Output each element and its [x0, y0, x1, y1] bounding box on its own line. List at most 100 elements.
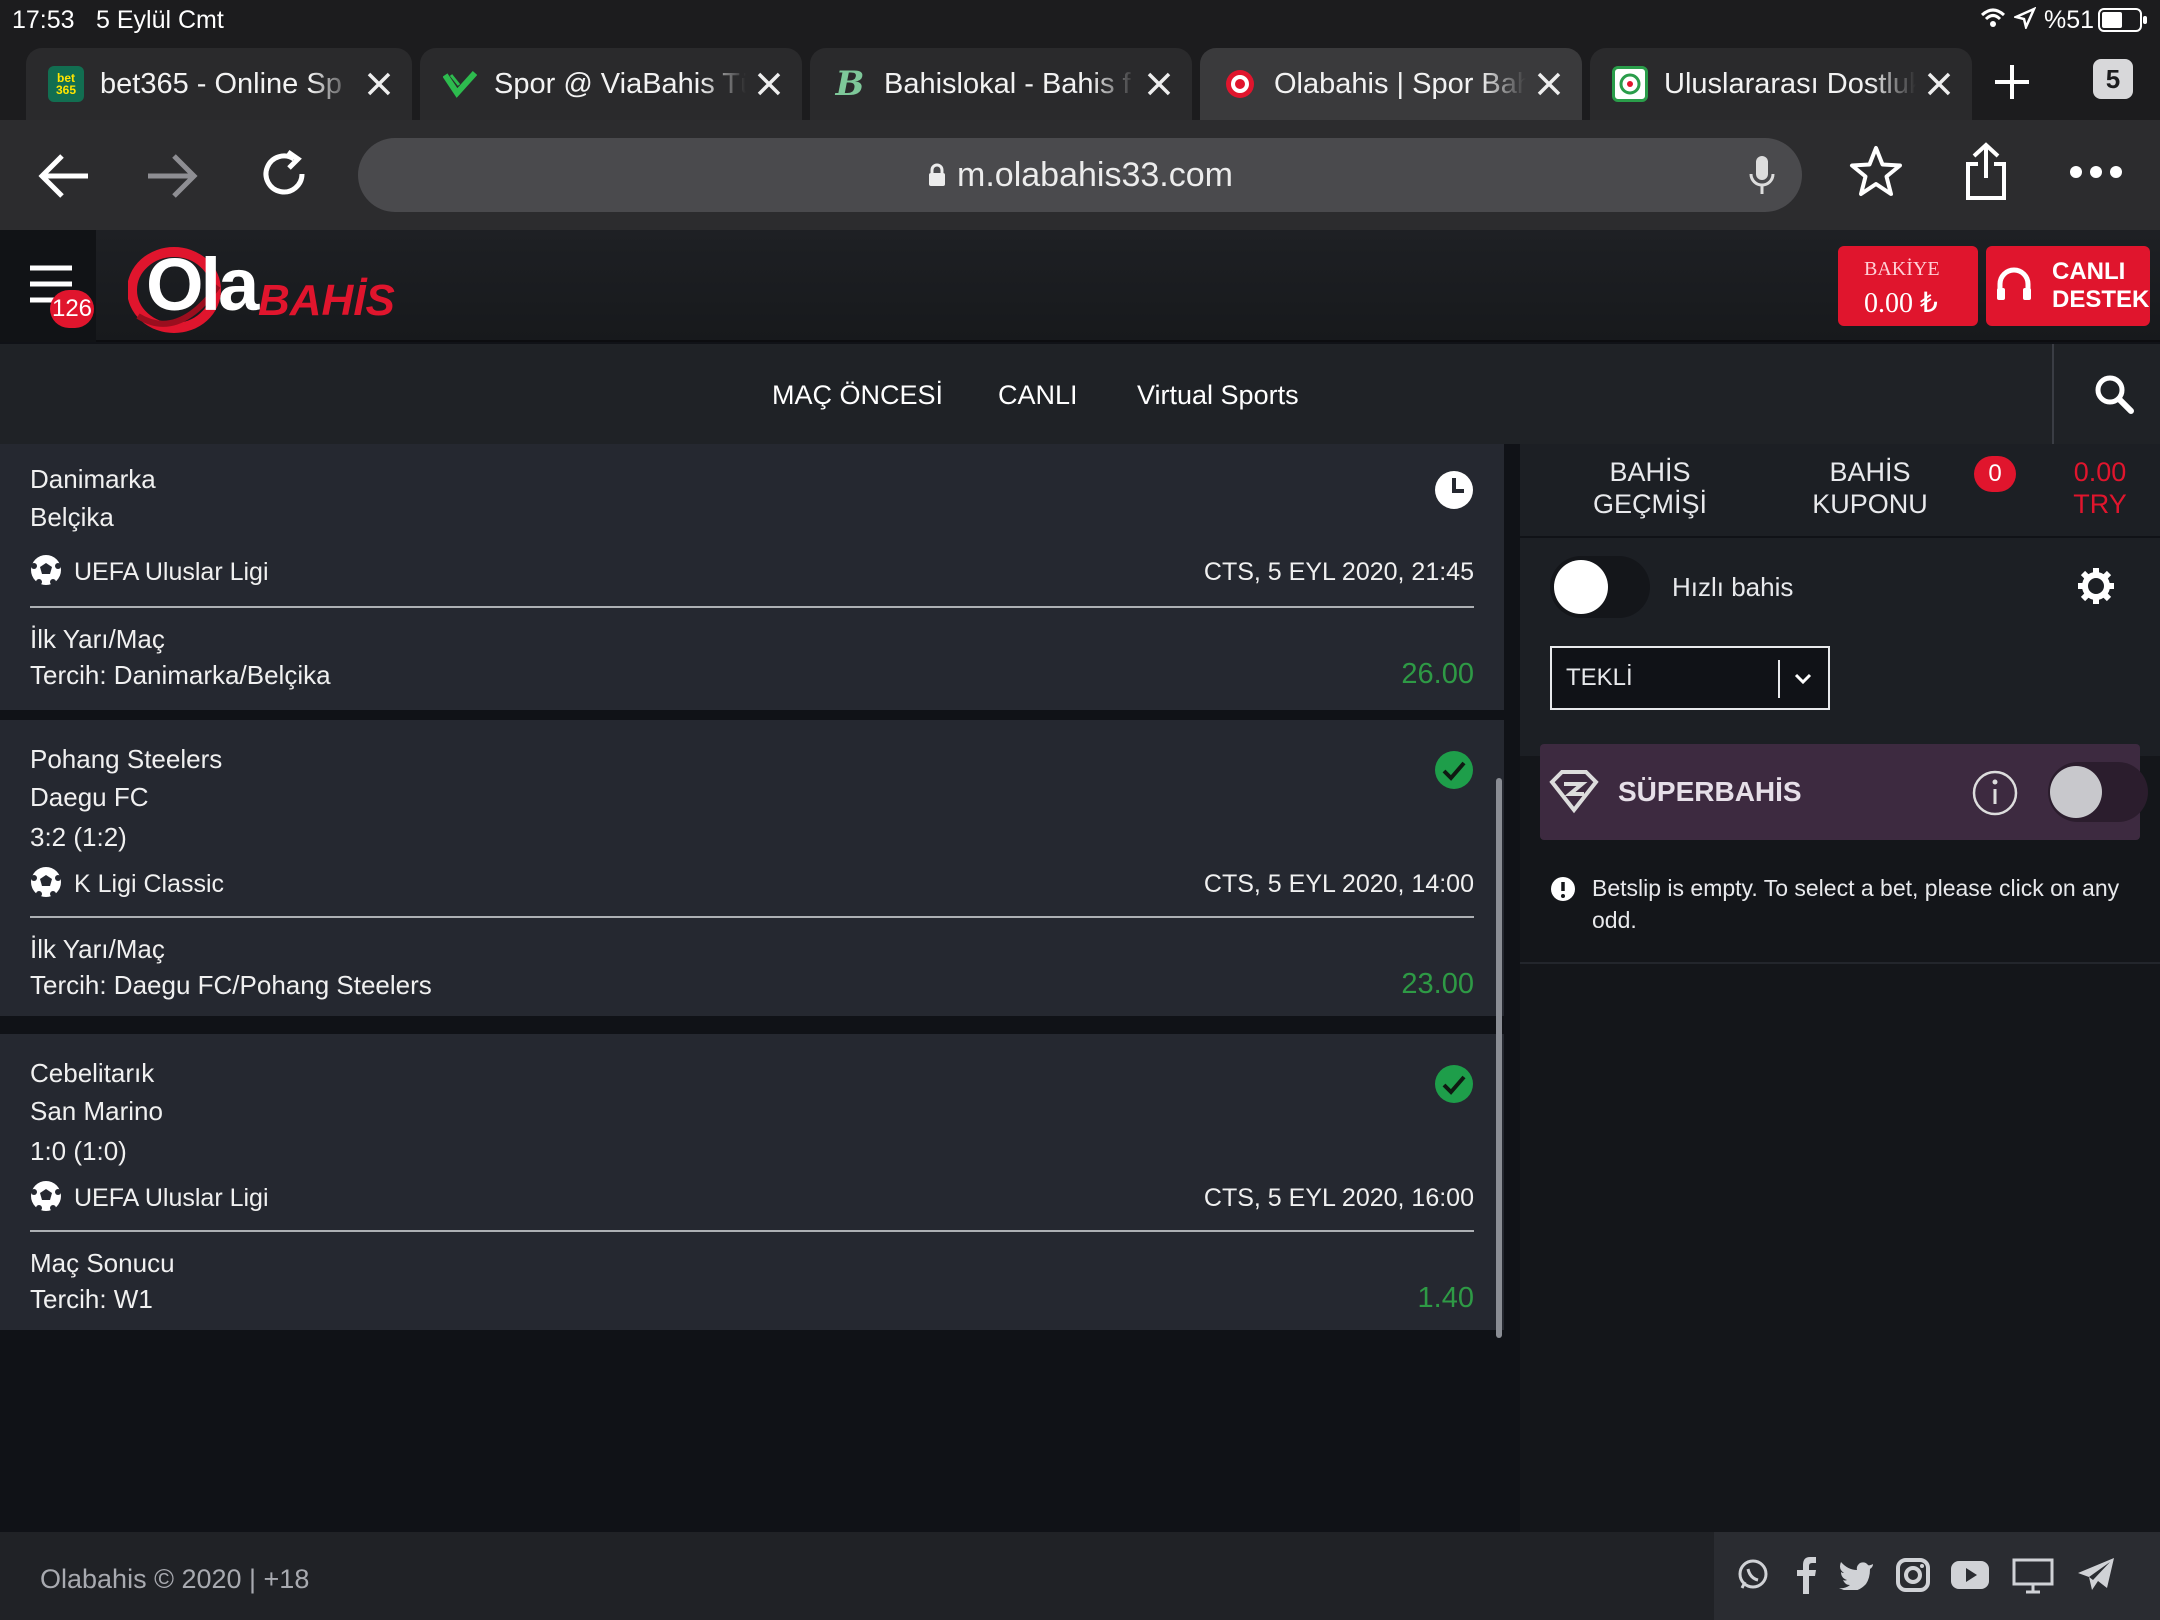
- close-tab-icon[interactable]: [1144, 69, 1174, 99]
- browser-tab-olabahis[interactable]: Olabahis | Spor Bah: [1200, 48, 1582, 120]
- twitter-icon[interactable]: [1838, 1560, 1874, 1590]
- location-icon: [2014, 7, 2036, 29]
- team-away: San Marino: [30, 1096, 163, 1126]
- instagram-icon[interactable]: [1896, 1558, 1930, 1592]
- url-text: m.olabahis33.com: [957, 155, 1233, 194]
- bet-card[interactable]: Pohang Steelers Daegu FC 3:2 (1:2) K Lig…: [0, 720, 1504, 1016]
- close-tab-icon[interactable]: [754, 69, 784, 99]
- telegram-icon[interactable]: [2076, 1556, 2116, 1594]
- browser-tab-bet365[interactable]: bet 365 bet365 - Online Sp: [26, 48, 412, 120]
- tab-title: Spor @ ViaBahis Tü: [494, 67, 746, 100]
- league-name: K Ligi Classic: [74, 870, 225, 898]
- more-button[interactable]: [2068, 164, 2124, 180]
- balance-button[interactable]: BAKİYE 0.00 ₺: [1838, 246, 1978, 326]
- tab-title: Uluslararası Dostluk: [1664, 67, 1916, 100]
- headset-icon: [1997, 267, 2031, 300]
- tab-bet-coupon-line1: BAHİS: [1829, 457, 1911, 487]
- chevron-down-icon: [1794, 673, 1812, 685]
- forward-button[interactable]: [146, 152, 198, 200]
- back-button[interactable]: [38, 152, 90, 200]
- odd-value: 23.00: [1401, 968, 1474, 1000]
- search-icon: [2095, 375, 2134, 414]
- youtube-icon[interactable]: [1950, 1560, 1990, 1590]
- checkmark-icon: [1435, 1065, 1473, 1103]
- live-support-button[interactable]: CANLI DESTEK: [1986, 246, 2150, 326]
- close-tab-icon[interactable]: [364, 69, 394, 99]
- bet-list: Danimarka Belçika UEFA Uluslar Ligi CTS,…: [0, 444, 1504, 1532]
- tab-bet-history[interactable]: BAHİS GEÇMİŞİ: [1570, 456, 1730, 520]
- coupon-total-currency: TRY: [2073, 489, 2127, 519]
- social-links: [1714, 1532, 2160, 1620]
- reload-icon: [263, 149, 305, 195]
- bet-choice: Tercih: Daegu FC/Pohang Steelers: [30, 970, 432, 1000]
- tab-count-button[interactable]: 5: [2093, 59, 2133, 99]
- divider: [30, 916, 1474, 918]
- tab-bet-coupon[interactable]: BAHİS KUPONU: [1790, 456, 1950, 520]
- menu-button[interactable]: 126: [0, 230, 96, 342]
- share-button[interactable]: [1962, 142, 2010, 202]
- bet-card[interactable]: Danimarka Belçika UEFA Uluslar Ligi CTS,…: [0, 444, 1504, 710]
- new-tab-button[interactable]: [1992, 62, 2032, 102]
- facebook-icon[interactable]: [1794, 1556, 1818, 1594]
- bet-choice: Tercih: Danimarka/Belçika: [30, 660, 331, 690]
- market-name: İlk Yarı/Maç: [30, 624, 165, 654]
- quick-bet-label: Hızlı bahis: [1672, 572, 1794, 602]
- close-tab-icon[interactable]: [1534, 69, 1564, 99]
- microphone-icon[interactable]: [1748, 154, 1776, 198]
- bookmark-button[interactable]: [1848, 144, 1904, 200]
- sports-nav-bar: MAÇ ÖNCESİ CANLI Virtual Sports: [0, 344, 2160, 444]
- scrollbar[interactable]: [1496, 778, 1502, 1338]
- browser-tab-viabahis[interactable]: Spor @ ViaBahis Tü: [420, 48, 802, 120]
- tab-bet-history-line2: GEÇMİŞİ: [1592, 489, 1707, 519]
- market-name: Maç Sonucu: [30, 1248, 175, 1278]
- browser-tab-bar: bet 365 bet365 - Online Sp Spor @ ViaBah…: [0, 40, 2160, 120]
- toggle-knob: [1554, 560, 1608, 614]
- balance-label: BAKİYE: [1864, 258, 1940, 280]
- viabahis-favicon-icon: [442, 66, 478, 102]
- search-button[interactable]: [2094, 374, 2134, 414]
- logo-subtext: BAHİS: [258, 276, 395, 325]
- superbet-bar: SÜPERBAHİS: [1540, 744, 2148, 840]
- coupon-count-badge: 0: [1974, 456, 2016, 492]
- odd-value: 1.40: [1417, 1282, 1474, 1314]
- superbet-toggle[interactable]: [2048, 762, 2148, 822]
- whatsapp-icon[interactable]: [1736, 1558, 1770, 1592]
- site-header: 126 Ola BAHİS BAKİYE 0.00 ₺ CANLI DESTEK: [0, 230, 2160, 342]
- betslip-settings: Hızlı bahis TEKLİ: [1520, 536, 2160, 756]
- empty-message: Betslip is empty. To select a bet, pleas…: [1592, 875, 2120, 933]
- tv-icon[interactable]: [2012, 1558, 2054, 1594]
- bet365-favicon-icon: bet 365: [48, 66, 84, 102]
- superbet-logo-icon: [1549, 770, 1599, 814]
- league-name: UEFA Uluslar Ligi: [74, 558, 269, 586]
- wifi-icon: [1980, 5, 2006, 31]
- bet-type-select[interactable]: TEKLİ: [1550, 646, 1830, 710]
- info-icon[interactable]: [1972, 770, 2018, 816]
- plus-icon: [1995, 65, 2029, 99]
- nav-live[interactable]: CANLI: [998, 380, 1078, 411]
- betslip-panel: BAHİS GEÇMİŞİ BAHİS KUPONU 0 0.00 TRY Hı…: [1520, 444, 2160, 1532]
- address-bar[interactable]: m.olabahis33.com: [358, 138, 1802, 212]
- bet-choice: Tercih: W1: [30, 1284, 153, 1314]
- support-label-line1: CANLI: [2052, 258, 2126, 285]
- tab-bet-history-line1: BAHİS: [1609, 457, 1691, 487]
- gear-icon[interactable]: [2076, 566, 2116, 606]
- battery-icon: [2098, 8, 2148, 32]
- match-datetime: CTS, 5 EYL 2020, 14:00: [1203, 870, 1474, 898]
- olabahis-logo[interactable]: Ola BAHİS: [128, 240, 398, 336]
- coupon-total: 0.00 TRY: [2060, 456, 2140, 520]
- reload-button[interactable]: [258, 148, 310, 200]
- close-tab-icon[interactable]: [1924, 69, 1954, 99]
- quick-bet-toggle[interactable]: [1550, 556, 1650, 618]
- star-icon: [1850, 146, 1902, 196]
- logo-text: Ola: [146, 243, 259, 326]
- tab-title: Olabahis | Spor Bah: [1274, 67, 1526, 100]
- checkmark-icon: [1435, 751, 1473, 789]
- browser-toolbar: m.olabahis33.com: [0, 120, 2160, 230]
- nav-pre-match[interactable]: MAÇ ÖNCESİ: [772, 380, 943, 411]
- bet-card[interactable]: Cebelitarık San Marino 1:0 (1:0) UEFA Ul…: [0, 1034, 1504, 1330]
- browser-tab-bahislokal[interactable]: B Bahislokal - Bahis f: [810, 48, 1192, 120]
- tab-title: bet365 - Online Sp: [100, 67, 342, 100]
- match-score: 3:2 (1:2): [30, 822, 127, 852]
- browser-tab-uluslararasi[interactable]: Uluslararası Dostluk: [1590, 48, 1972, 120]
- nav-virtual-sports[interactable]: Virtual Sports: [1137, 380, 1299, 411]
